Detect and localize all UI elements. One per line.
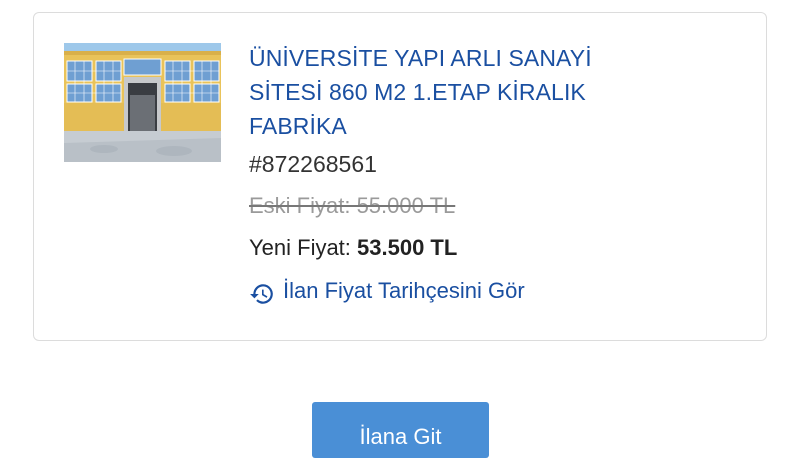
listing-card: ÜNİVERSİTE YAPI ARLI SANAYİ SİTESİ 860 M…	[33, 12, 767, 341]
factory-photo-image	[64, 43, 221, 162]
listing-thumbnail[interactable]	[64, 43, 221, 162]
old-price: Eski Fiyat: 55.000 TL	[249, 193, 456, 218]
history-clock-icon	[249, 278, 275, 304]
new-price-label: Yeni Fiyat:	[249, 235, 358, 260]
price-history-link[interactable]: İlan Fiyat Tarihçesini Gör	[249, 269, 525, 313]
new-price-value: 53.500 TL	[357, 235, 458, 260]
new-price: Yeni Fiyat: 53.500 TL	[249, 227, 749, 269]
listing-title-line[interactable]: SİTESİ 860 M2 1.ETAP KİRALIK	[249, 75, 749, 109]
listing-title-line[interactable]: FABRİKA	[249, 109, 749, 143]
listing-id: #872268561	[249, 151, 377, 177]
listing-title-line[interactable]: ÜNİVERSİTE YAPI ARLI SANAYİ	[249, 41, 749, 75]
listing-title-link[interactable]: ÜNİVERSİTE YAPI ARLI SANAYİ SİTESİ 860 M…	[249, 41, 749, 143]
listing-info: ÜNİVERSİTE YAPI ARLI SANAYİ SİTESİ 860 M…	[249, 41, 749, 313]
price-history-label[interactable]: İlan Fiyat Tarihçesini Gör	[283, 269, 525, 313]
